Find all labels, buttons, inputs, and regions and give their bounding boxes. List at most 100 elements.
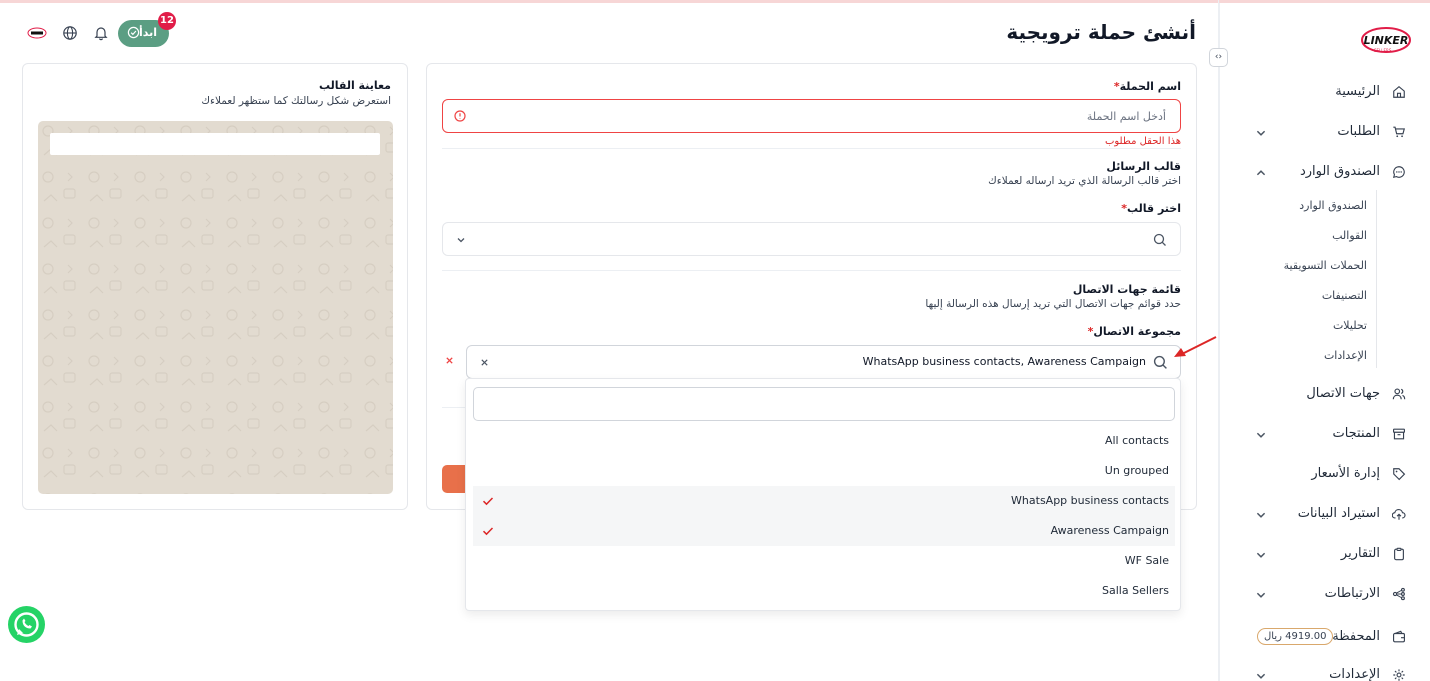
preview-message-bubble [50,133,380,155]
error-icon [454,110,466,122]
sidebar-item-label: إدارة الأسعار [1311,466,1380,481]
wallet-icon [1393,630,1405,643]
submit-button[interactable] [442,465,466,493]
contacts-section-subtitle: حدد قوائم جهات الاتصال التي تريد إرسال ه… [925,298,1181,310]
search-icon [1153,233,1166,246]
preview-title: معاينة القالب [319,79,391,92]
contact-group-dropdown: All contacts Un grouped WhatsApp business … [465,378,1181,611]
sidebar-item[interactable]: المحفظة 4919.00 ريال [1219,626,1430,650]
whatsapp-float-button[interactable] [8,606,45,643]
chevron-up-icon [1256,170,1266,176]
sidebar-item-label: الرئيسية [1335,84,1380,99]
sidebar-item[interactable]: الإعدادات [1219,664,1430,681]
chevron-down-icon [1256,512,1266,518]
wallet-balance-badge: 4919.00 ريال [1257,628,1334,645]
sidebar-item[interactable]: إدارة الأسعار [1219,463,1430,487]
sidebar-item[interactable]: جهات الاتصال [1219,383,1430,407]
whatsapp-chat-background [38,121,393,494]
template-section-subtitle: اختر قالب الرسالة الذي تريد ارساله لعملا… [988,175,1181,187]
contact-group-value: WhatsApp business contacts, Awareness Ca… [862,355,1146,368]
sidebar-item[interactable]: التقارير [1219,543,1430,567]
contacts-section-title: قائمة جهات الاتصال [1072,283,1181,296]
dropdown-option-label: Salla Sellers [1102,584,1169,597]
dropdown-option-label: Awareness Campaign [1050,524,1169,537]
sidebar-item-label: التقارير [1340,546,1380,561]
sidebar-subitem[interactable]: تحليلات [1333,319,1367,332]
page-title: أنشئ حملة ترويجية [1006,20,1196,44]
dropdown-option[interactable]: WF Sale [473,546,1175,576]
chat-icon [1392,166,1405,179]
sidebar-item[interactable]: الطلبات [1219,121,1430,145]
sidebar-item-label: الارتباطات [1324,586,1380,601]
section-divider [442,148,1181,149]
sidebar-subitem[interactable]: التصنيفات [1322,289,1367,302]
globe-icon[interactable] [62,25,78,41]
users-icon [1392,388,1406,400]
sidebar-item[interactable]: المنتجات [1219,423,1430,447]
share-icon [1392,587,1405,601]
collapse-sidebar-button[interactable]: ‹› [1209,48,1228,67]
template-select[interactable] [442,222,1181,256]
sidebar-item[interactable]: الارتباطات [1219,583,1430,607]
sidebar-item[interactable]: استيراد البيانات [1219,503,1430,527]
sidebar-item[interactable]: الرئيسية [1219,81,1430,105]
campaign-name-label: اسم الحملة* [1113,80,1181,93]
dropdown-search-input[interactable] [473,387,1175,421]
contact-group-select[interactable]: WhatsApp business contacts, Awareness Ca… [466,345,1181,379]
clipboard-icon [1394,547,1404,561]
submenu-line [1376,190,1377,368]
logo-text: LINKER [1364,34,1409,47]
chevron-down-icon [1256,130,1266,136]
campaign-name-error: هذا الحقل مطلوب [1104,136,1181,147]
preview-subtitle: استعرض شكل رسالتك كما ستظهر لعملاءك [201,95,391,107]
logo-subtext: SELLERS [1374,48,1392,53]
chevron-down-icon [1256,673,1266,679]
box-icon [1393,428,1405,440]
dropdown-option[interactable]: Salla Sellers [473,576,1175,606]
template-preview-card: معاينة القالب استعرض شكل رسالتك كما ستظه… [22,63,408,510]
sidebar-subitem[interactable]: القوالب [1332,229,1367,242]
chevron-down-icon [1256,592,1266,598]
dropdown-option[interactable]: Awareness Campaign [473,516,1175,546]
sidebar-subitem[interactable]: الإعدادات [1324,349,1367,362]
sidebar-item-label: المنتجات [1332,426,1380,441]
search-icon [1153,355,1167,369]
bell-icon[interactable] [93,25,109,41]
gear-icon [1393,669,1405,681]
check-circle-icon [127,26,140,39]
sidebar-subitem[interactable]: الحملات التسويقية [1284,259,1367,272]
check-icon [482,527,494,536]
campaign-name-placeholder: أدخل اسم الحملة [1086,110,1166,123]
section-divider [442,270,1181,271]
linker-logo[interactable]: LINKER SELLERS [1360,25,1412,55]
notification-count-badge: 12 [158,12,176,30]
clear-selection-icon[interactable] [480,358,489,367]
dropdown-option[interactable]: Un grouped [473,456,1175,486]
sidebar-item-label: جهات الاتصال [1306,386,1380,401]
chevron-down-icon [1256,432,1266,438]
dropdown-option-label: All contacts [1104,434,1169,447]
dropdown-option-label: Un grouped [1104,464,1169,477]
contact-group-label: مجموعة الاتصال* [1087,325,1181,338]
home-icon [1393,86,1405,98]
upload-icon [1392,509,1406,520]
chevron-down-icon [457,238,465,243]
remove-field-icon[interactable] [445,356,454,365]
template-select-label: اختر قالب* [1121,202,1181,215]
sidebar-subitem[interactable]: الصندوق الوارد [1299,199,1367,212]
sidebar-item[interactable]: الصندوق الوارد [1219,161,1430,185]
header-logo-icon[interactable] [27,27,47,39]
sidebar: LINKER SELLERS الرئيسية الطلبات الصندوق ال… [1219,3,1430,681]
dropdown-option[interactable]: WhatsApp business contacts [473,486,1175,516]
whatsapp-icon [14,612,39,637]
dropdown-option-label: WF Sale [1124,554,1169,567]
annotation-arrow-icon [1174,336,1217,357]
dropdown-option[interactable]: All contacts [473,426,1175,456]
sidebar-item-label: الصندوق الوارد [1299,164,1380,179]
sidebar-item-label: الإعدادات [1329,667,1380,681]
dropdown-option-label: WhatsApp business contacts [1011,494,1169,507]
chevron-down-icon [1256,552,1266,558]
top-accent-line [0,0,1430,3]
campaign-name-input[interactable]: أدخل اسم الحملة [442,99,1181,133]
template-section-title: قالب الرسائل [1106,160,1181,173]
